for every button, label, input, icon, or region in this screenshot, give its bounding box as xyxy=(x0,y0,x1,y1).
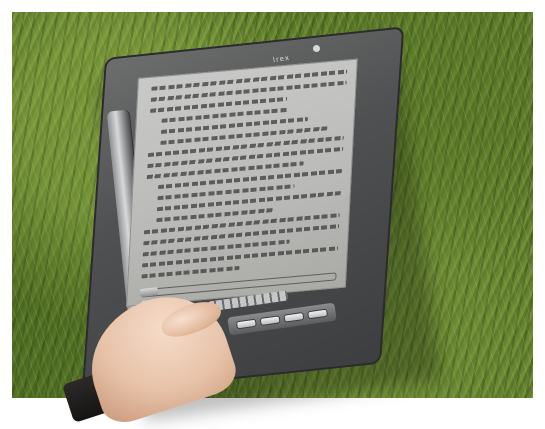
screen-text-lines xyxy=(141,69,348,282)
device-button xyxy=(308,309,327,319)
device-button xyxy=(284,313,304,322)
power-button xyxy=(313,45,320,52)
text-line xyxy=(141,265,240,279)
device-button xyxy=(237,319,256,329)
side-key xyxy=(139,287,159,298)
photo-frame: lrex xyxy=(0,0,545,429)
e-ink-screen xyxy=(126,58,358,307)
device-button xyxy=(260,316,280,325)
